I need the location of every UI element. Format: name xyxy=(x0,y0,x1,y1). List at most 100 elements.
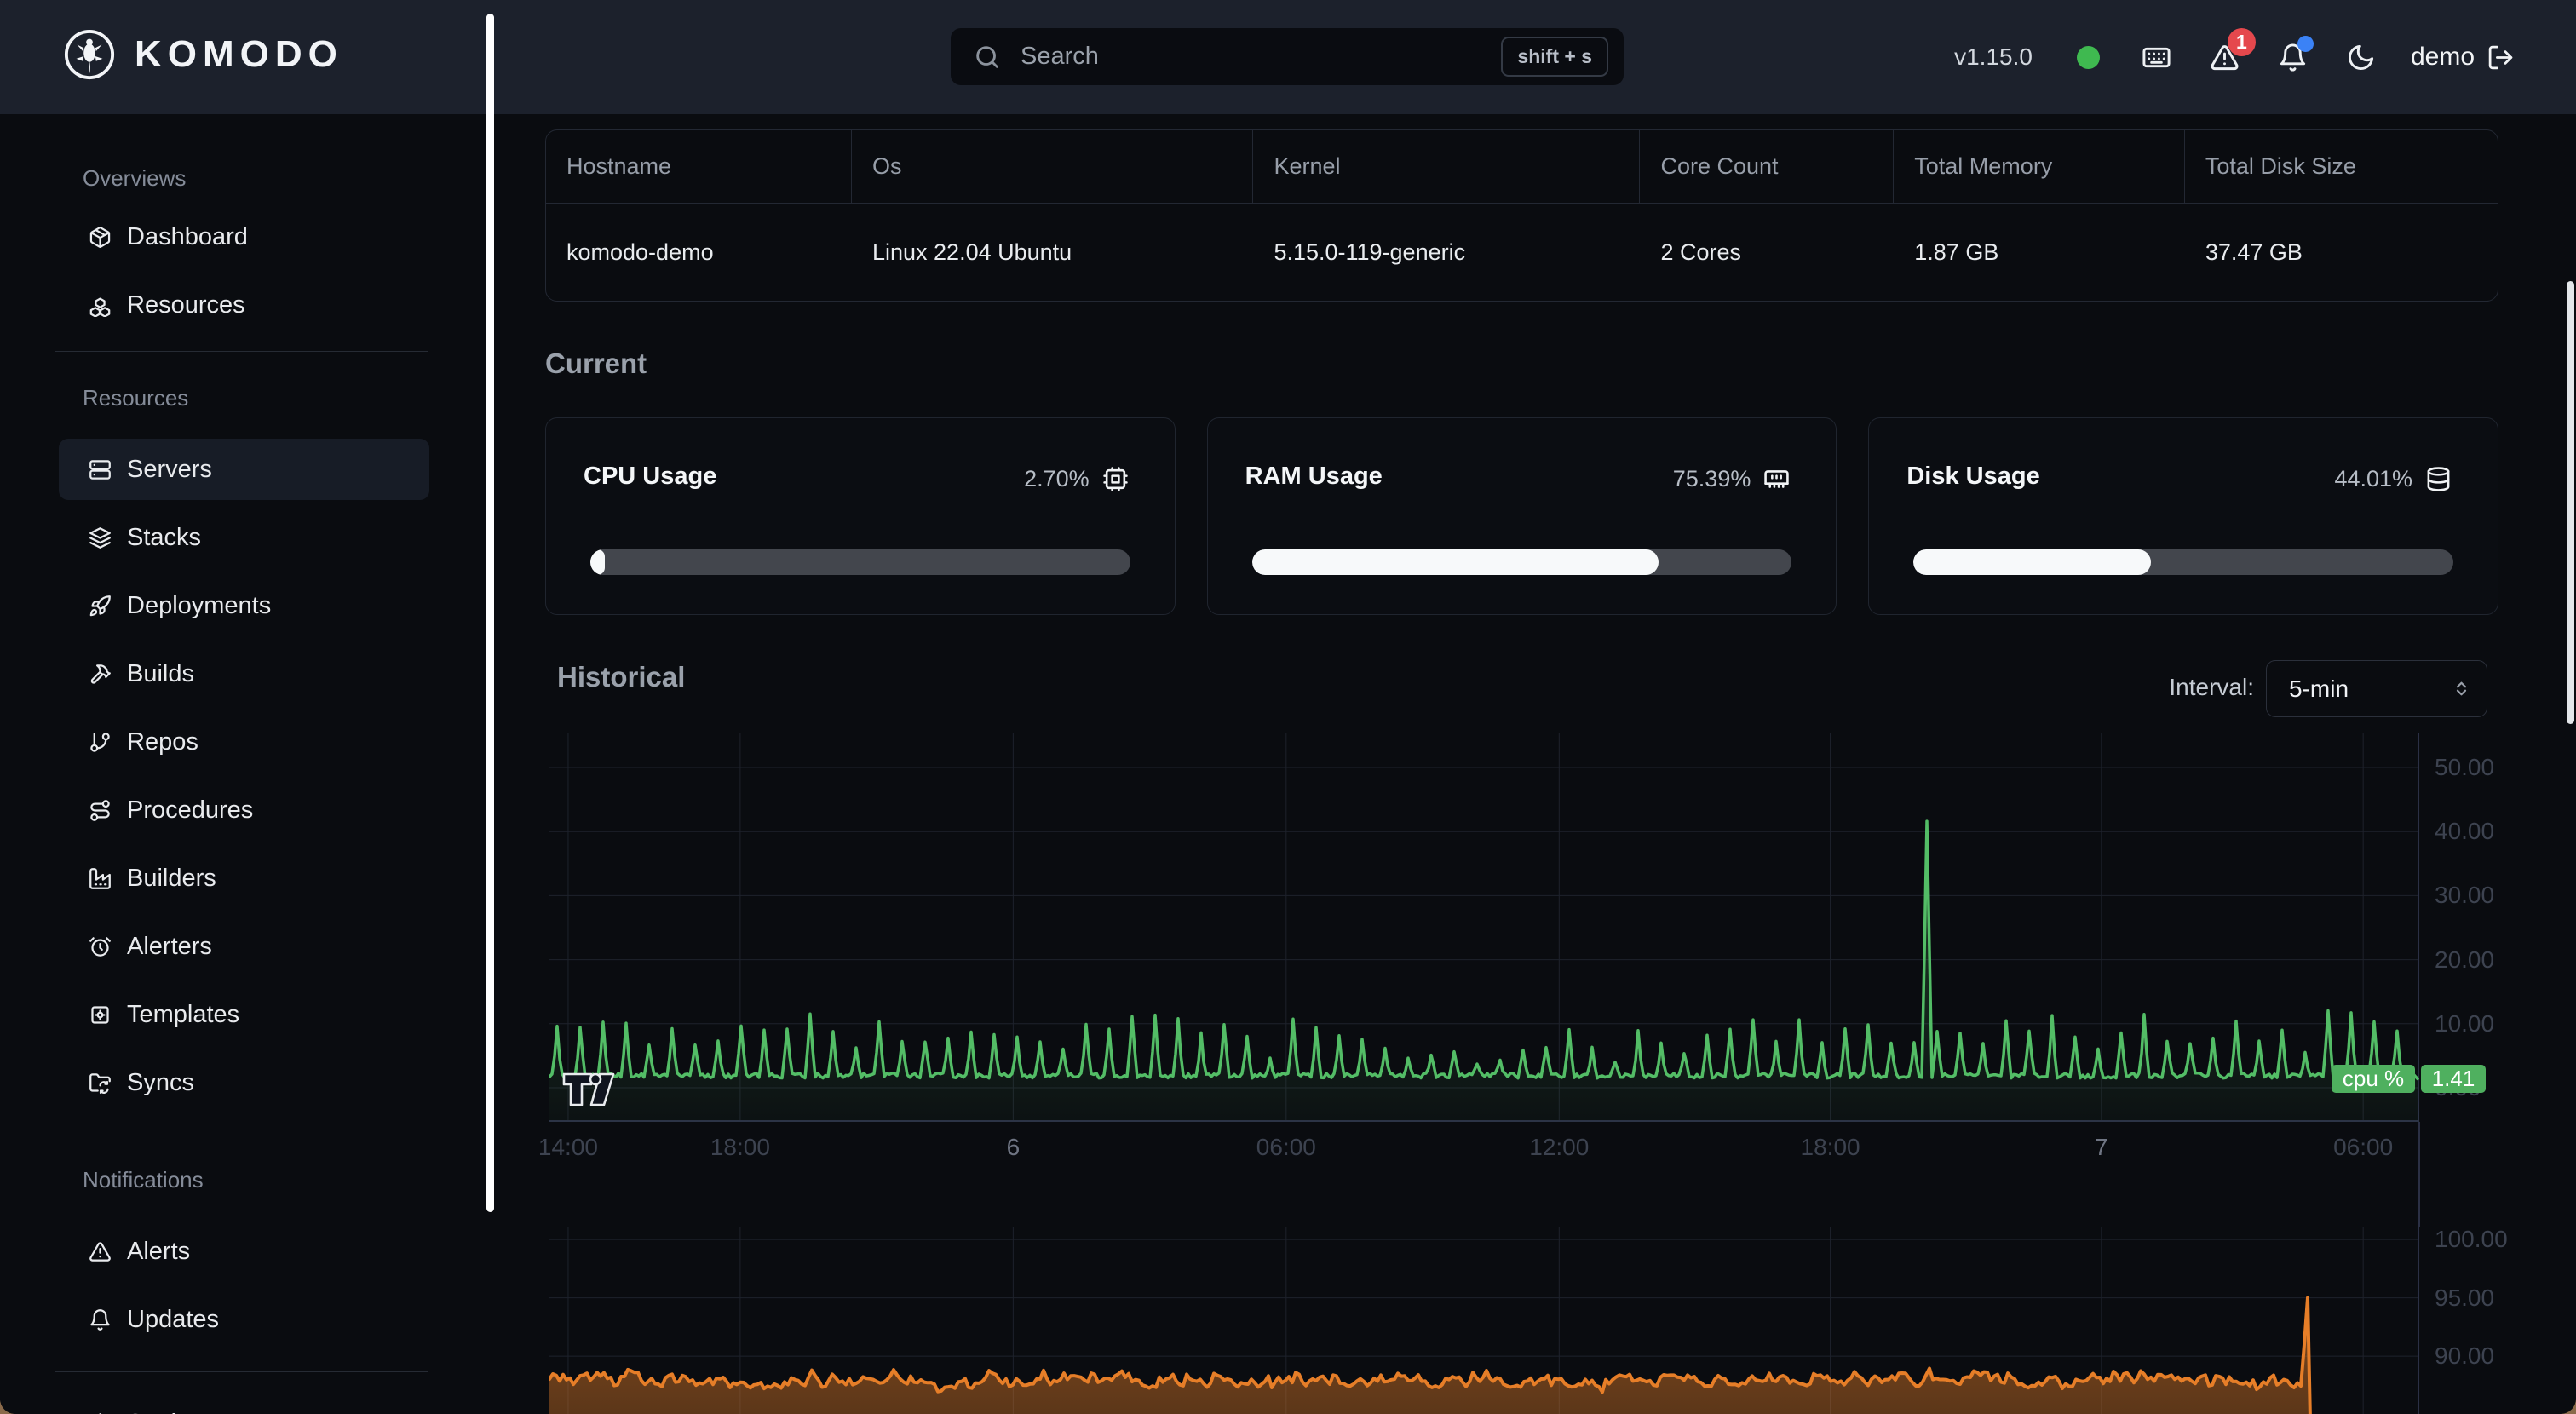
search-bar[interactable]: shift + s xyxy=(951,28,1624,85)
col-total-memory: Total Memory xyxy=(1894,130,2185,204)
template-icon xyxy=(89,1003,112,1026)
col-core-count: Core Count xyxy=(1640,130,1894,204)
factory-icon xyxy=(89,867,112,890)
sidebar-divider xyxy=(55,351,428,352)
keyboard-icon xyxy=(2142,43,2171,72)
notifications-button[interactable] xyxy=(2274,38,2312,76)
time-axis-label: 14:00 xyxy=(517,1134,619,1161)
historical-header: Historical Interval: 5-min xyxy=(545,660,2498,717)
hammer-icon xyxy=(89,663,112,686)
time-axis-label: 06:00 xyxy=(2312,1134,2414,1161)
sidebar-item-builds[interactable]: Builds xyxy=(59,643,429,704)
notification-dot-icon xyxy=(2297,36,2314,52)
memory-history-chart[interactable] xyxy=(549,1227,2419,1414)
ram-progress-fill xyxy=(1252,549,1659,575)
topbar: KOMODO shift + s v1.15.0 1 xyxy=(0,0,2576,114)
user-menu[interactable]: demo xyxy=(2411,43,2515,72)
sidebar-section-resources: Resources xyxy=(83,385,515,411)
sidebar-item-label: Updates xyxy=(127,1306,219,1334)
sidebar-scrollbar[interactable] xyxy=(486,14,494,1212)
ram-usage-value: 75.39% xyxy=(1673,466,1751,492)
time-axis-label: 18:00 xyxy=(689,1134,791,1161)
sidebar-item-label: Servers xyxy=(127,456,212,484)
cpu-y-tick-label: 30.00 xyxy=(2435,882,2545,909)
col-kernel: Kernel xyxy=(1253,130,1640,204)
sidebar-section-overviews: Overviews xyxy=(83,165,515,191)
sidebar-item-repos[interactable]: Repos xyxy=(59,711,429,773)
card-title: CPU Usage xyxy=(584,463,716,491)
sidebar-item-procedures[interactable]: Procedures xyxy=(59,779,429,841)
time-axis-label: 18:00 xyxy=(1780,1134,1882,1161)
sidebar-item-deployments[interactable]: Deployments xyxy=(59,575,429,636)
card-title: Disk Usage xyxy=(1906,463,2039,491)
alerts-button[interactable]: 1 xyxy=(2206,38,2244,76)
alert-triangle-icon xyxy=(89,1240,112,1263)
sidebar: Overviews Dashboard Resources Resources … xyxy=(0,114,515,1414)
core-status-indicator[interactable] xyxy=(2070,38,2107,76)
sidebar-item-label: Templates xyxy=(127,1001,239,1029)
chevrons-up-down-icon xyxy=(2450,677,2473,700)
interval-select[interactable]: 5-min xyxy=(2266,660,2487,717)
cell-core-count: 2 Cores xyxy=(1640,204,1894,301)
theme-toggle-button[interactable] xyxy=(2343,38,2380,76)
sidebar-item-label: Settings xyxy=(127,1410,216,1414)
search-shortcut-badge: shift + s xyxy=(1501,37,1608,77)
sidebar-item-label: Alerters xyxy=(127,933,212,961)
sidebar-item-alerters[interactable]: Alerters xyxy=(59,916,429,977)
search-input[interactable] xyxy=(1021,43,1501,71)
database-icon xyxy=(2425,466,2452,492)
sidebar-item-resources-overview[interactable]: Resources xyxy=(59,274,429,336)
sidebar-section-notifications: Notifications xyxy=(83,1167,515,1193)
logout-icon xyxy=(2487,43,2515,72)
page-scrollbar[interactable] xyxy=(2567,281,2574,724)
table-row[interactable]: komodo-demo Linux 22.04 Ubuntu 5.15.0-11… xyxy=(546,204,2498,301)
rocket-icon xyxy=(89,595,112,618)
sidebar-item-label: Builders xyxy=(127,865,216,893)
bell-icon xyxy=(89,1308,112,1331)
sidebar-item-alerts[interactable]: Alerts xyxy=(59,1221,429,1282)
username-label: demo xyxy=(2411,43,2475,72)
cpu-last-value-badge: 1.41 xyxy=(2421,1065,2486,1093)
sidebar-item-templates[interactable]: Templates xyxy=(59,984,429,1045)
sidebar-item-syncs[interactable]: Syncs xyxy=(59,1052,429,1113)
sidebar-item-dashboard[interactable]: Dashboard xyxy=(59,206,429,267)
memory-y-tick-label: 100.00 xyxy=(2435,1226,2545,1253)
keyboard-shortcuts-button[interactable] xyxy=(2138,38,2176,76)
cpu-y-tick-label: 40.00 xyxy=(2435,818,2545,845)
server-table: Hostname Os Kernel Core Count Total Memo… xyxy=(545,129,2498,302)
memory-y-tick-label: 95.00 xyxy=(2435,1285,2545,1312)
cpu-y-tick-label: 10.00 xyxy=(2435,1010,2545,1038)
folder-sync-icon xyxy=(89,1072,112,1095)
col-os: Os xyxy=(852,130,1253,204)
main-content: Hostname Os Kernel Core Count Total Memo… xyxy=(545,114,2498,717)
sidebar-item-label: Dashboard xyxy=(127,223,248,251)
ram-progress-bar xyxy=(1252,549,1792,575)
sidebar-item-label: Alerts xyxy=(127,1238,190,1266)
sidebar-item-label: Repos xyxy=(127,728,198,756)
disk-usage-card: Disk Usage 44.01% xyxy=(1868,417,2498,615)
route-icon xyxy=(89,799,112,822)
sidebar-item-settings[interactable]: Settings xyxy=(59,1393,429,1414)
layers-icon xyxy=(89,526,112,549)
sidebar-item-stacks[interactable]: Stacks xyxy=(59,507,429,568)
server-table-header: Hostname Os Kernel Core Count Total Memo… xyxy=(546,130,2498,204)
sidebar-item-servers[interactable]: Servers xyxy=(59,439,429,500)
sidebar-divider xyxy=(55,1371,428,1372)
interval-selected-value: 5-min xyxy=(2289,675,2450,703)
cpu-history-chart[interactable] xyxy=(549,733,2419,1122)
col-hostname: Hostname xyxy=(546,130,852,204)
cell-kernel: 5.15.0-119-generic xyxy=(1253,204,1640,301)
memory-y-tick-label: 90.00 xyxy=(2435,1342,2545,1370)
ram-usage-card: RAM Usage 75.39% xyxy=(1207,417,1837,615)
sidebar-item-updates[interactable]: Updates xyxy=(59,1289,429,1350)
tradingview-watermark-icon xyxy=(561,1070,627,1109)
alarm-clock-icon xyxy=(89,935,112,958)
package-icon xyxy=(89,226,112,249)
time-axis-label: 6 xyxy=(962,1134,1064,1161)
sidebar-item-builders[interactable]: Builders xyxy=(59,848,429,909)
cpu-icon xyxy=(1102,466,1129,492)
cpu-series-label-badge: cpu % xyxy=(2332,1065,2415,1093)
brand-logo[interactable]: KOMODO xyxy=(63,28,343,81)
interval-label: Interval: xyxy=(2169,674,2254,701)
time-axis-label: 06:00 xyxy=(1235,1134,1337,1161)
